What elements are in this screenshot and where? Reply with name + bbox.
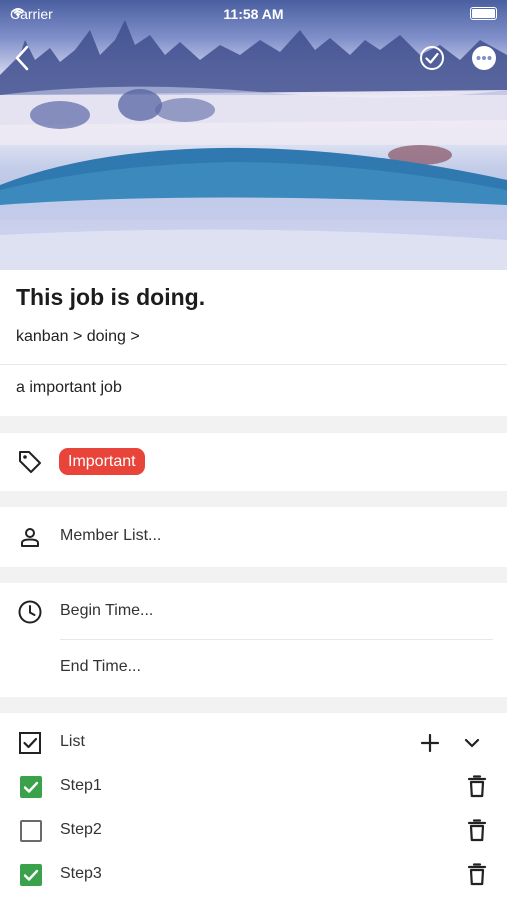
chevron-down-icon [464, 738, 480, 748]
step-label[interactable]: Step3 [60, 865, 102, 883]
section-gap [0, 567, 507, 583]
add-step-button[interactable] [416, 729, 444, 757]
trash-icon [467, 863, 487, 886]
more-circle-icon [472, 46, 496, 70]
step-label[interactable]: Step2 [60, 821, 102, 839]
more-button[interactable] [470, 44, 500, 74]
step-checkbox-checked[interactable] [20, 776, 42, 798]
delete-step-button[interactable] [465, 861, 489, 887]
person-icon [16, 523, 44, 551]
step-checkbox-checked[interactable] [20, 864, 42, 886]
step-checkbox-unchecked[interactable] [20, 820, 42, 842]
trash-icon [467, 819, 487, 842]
battery-icon [470, 7, 497, 20]
tag-important[interactable]: Important [59, 448, 145, 475]
section-gap [0, 697, 507, 713]
step-label[interactable]: Step1 [60, 777, 102, 795]
check-icon [23, 869, 39, 881]
back-button[interactable] [12, 44, 44, 76]
clock-icon [16, 598, 44, 626]
task-description[interactable]: a important job [16, 379, 122, 397]
checklist-title: List [60, 733, 85, 750]
delete-step-button[interactable] [465, 817, 489, 843]
status-time: 11:58 AM [223, 6, 284, 22]
status-bar: Carrier 11:58 AM [0, 0, 507, 28]
complete-button[interactable] [418, 44, 448, 74]
divider [60, 639, 493, 640]
collapse-button[interactable] [458, 729, 486, 757]
task-title[interactable]: This job is doing. [16, 284, 205, 311]
section-gap [0, 416, 507, 433]
trash-icon [467, 775, 487, 798]
begin-time-field[interactable]: Begin Time... [60, 602, 153, 620]
end-time-field[interactable]: End Time... [60, 658, 141, 676]
check-icon [23, 781, 39, 793]
section-gap [0, 491, 507, 507]
checklist-icon [16, 729, 44, 757]
member-list-field[interactable]: Member List... [60, 527, 161, 545]
tag-icon[interactable] [16, 448, 44, 476]
breadcrumb[interactable]: kanban > doing > [16, 328, 140, 346]
chevron-left-icon [15, 45, 29, 71]
delete-step-button[interactable] [465, 773, 489, 799]
cover-image: Carrier 11:58 AM [0, 0, 507, 270]
plus-icon [420, 733, 440, 753]
check-circle-icon [420, 46, 444, 70]
divider [0, 364, 507, 365]
